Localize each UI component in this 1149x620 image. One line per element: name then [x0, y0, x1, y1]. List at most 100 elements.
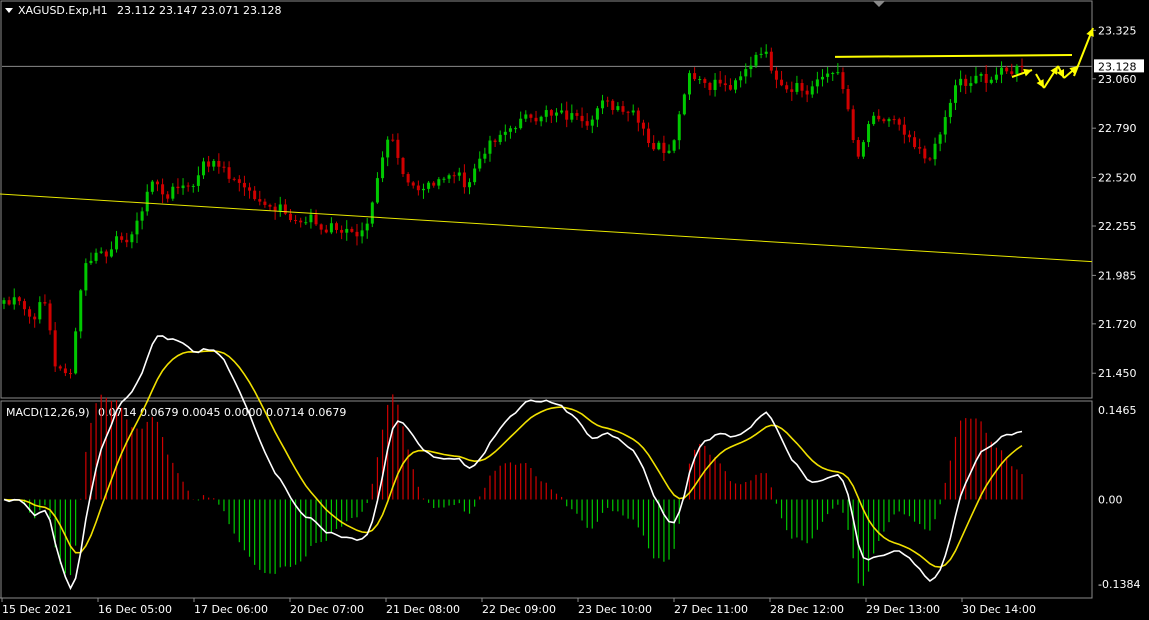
- candle-body: [503, 131, 507, 135]
- candle-body: [897, 119, 901, 125]
- candle-body: [836, 72, 840, 74]
- candle-body: [283, 204, 287, 214]
- candle-body: [677, 114, 681, 141]
- candle-body: [473, 168, 477, 183]
- candle-body: [140, 211, 144, 221]
- candle-body: [319, 224, 323, 230]
- candle-body: [933, 143, 937, 160]
- candle-body: [196, 175, 200, 186]
- candle-body: [774, 70, 778, 80]
- chart-symbol: XAGUSD.Exp,H1: [18, 4, 108, 17]
- chart-ohlc: 23.112 23.147 23.071 23.128: [117, 4, 281, 17]
- candle-body: [795, 83, 799, 92]
- candle-body: [1010, 71, 1014, 74]
- scroll-marker-icon[interactable]: [873, 1, 885, 7]
- candle-body: [43, 302, 47, 304]
- candle-body: [606, 100, 610, 102]
- macd-tick-label: 0.1465: [1098, 404, 1137, 417]
- candle-body: [508, 128, 512, 132]
- candle-body: [549, 110, 553, 116]
- candle-body: [616, 106, 620, 110]
- support-trendline[interactable]: [0, 193, 1093, 263]
- candle-body: [964, 78, 968, 86]
- candle-body: [125, 239, 129, 243]
- candle-body: [365, 223, 369, 231]
- candle-body: [294, 220, 298, 222]
- candle-body: [74, 331, 78, 374]
- candle-body: [488, 140, 492, 154]
- price-tick-label: 23.325: [1098, 24, 1137, 37]
- candle-body: [636, 110, 640, 123]
- candle-body: [150, 181, 154, 192]
- candle-body: [861, 142, 865, 157]
- candle-body: [1000, 67, 1004, 75]
- candle-body: [1005, 67, 1009, 72]
- candle-body: [468, 182, 472, 188]
- candle-body: [820, 76, 824, 80]
- candle-body: [391, 139, 395, 141]
- candle-body: [406, 174, 410, 183]
- candle-body: [248, 187, 252, 191]
- candle-body: [565, 110, 569, 120]
- candle-body: [17, 297, 21, 302]
- candle-body: [350, 228, 354, 232]
- candle-body: [575, 113, 579, 116]
- candle-body: [764, 51, 768, 54]
- candle-body: [641, 122, 645, 129]
- time-tick-label: 29 Dec 13:00: [866, 603, 940, 616]
- candle-body: [524, 114, 528, 119]
- candle-body: [662, 142, 666, 153]
- candle-body: [166, 194, 170, 199]
- macd-signal-line: [3, 350, 1023, 568]
- candle-body: [882, 119, 886, 122]
- candle-body: [657, 142, 661, 150]
- candle-body: [181, 185, 185, 189]
- candle-body: [335, 223, 339, 230]
- candle-body: [601, 100, 605, 109]
- candle-body: [856, 140, 860, 157]
- price-tick-label: 23.060: [1098, 73, 1137, 86]
- candle-body: [99, 251, 103, 253]
- candle-body: [652, 143, 656, 150]
- candle-body: [928, 158, 932, 160]
- candle-body: [1020, 66, 1024, 68]
- candle-body: [739, 76, 743, 81]
- price-axis: 23.325 23.060 22.790 22.520 22.255 21.985 21.7…: [2, 24, 1144, 380]
- candle-body: [560, 110, 564, 113]
- candle-body: [718, 79, 722, 84]
- candle-body: [375, 178, 379, 203]
- candle-body: [554, 112, 558, 116]
- candle-body: [631, 110, 635, 113]
- candle-body: [846, 89, 850, 110]
- chart-menu-triangle-icon[interactable]: [5, 8, 13, 13]
- candle-body: [442, 178, 446, 180]
- candle-body: [135, 220, 139, 235]
- candle-body: [514, 128, 518, 130]
- arrow-annotations: [1011, 27, 1094, 89]
- candle-body: [682, 94, 686, 115]
- candle-body: [186, 185, 190, 187]
- candle-body: [800, 83, 804, 91]
- candle-body: [109, 249, 113, 257]
- trading-chart[interactable]: XAGUSD.Exp,H1 23.112 23.147 23.071 23.12…: [0, 0, 1149, 620]
- candle-body: [115, 236, 119, 250]
- candle-body: [191, 185, 195, 187]
- candle-body: [161, 184, 165, 195]
- resistance-line[interactable]: [834, 54, 1073, 58]
- candle-body: [703, 79, 707, 83]
- candle-body: [304, 222, 308, 224]
- candle-body: [744, 69, 748, 77]
- time-tick-label: 27 Dec 11:00: [674, 603, 748, 616]
- candle-body: [227, 167, 231, 179]
- candle-body: [33, 316, 37, 320]
- candle-body: [237, 179, 241, 183]
- candle-body: [447, 175, 451, 179]
- candle-body: [212, 160, 216, 167]
- candle-body: [478, 158, 482, 169]
- candle-body: [708, 82, 712, 90]
- candle-body: [672, 140, 676, 151]
- candle-body: [693, 73, 697, 80]
- candle-body: [647, 128, 651, 144]
- candle-body: [69, 373, 73, 375]
- candle-body: [887, 119, 891, 122]
